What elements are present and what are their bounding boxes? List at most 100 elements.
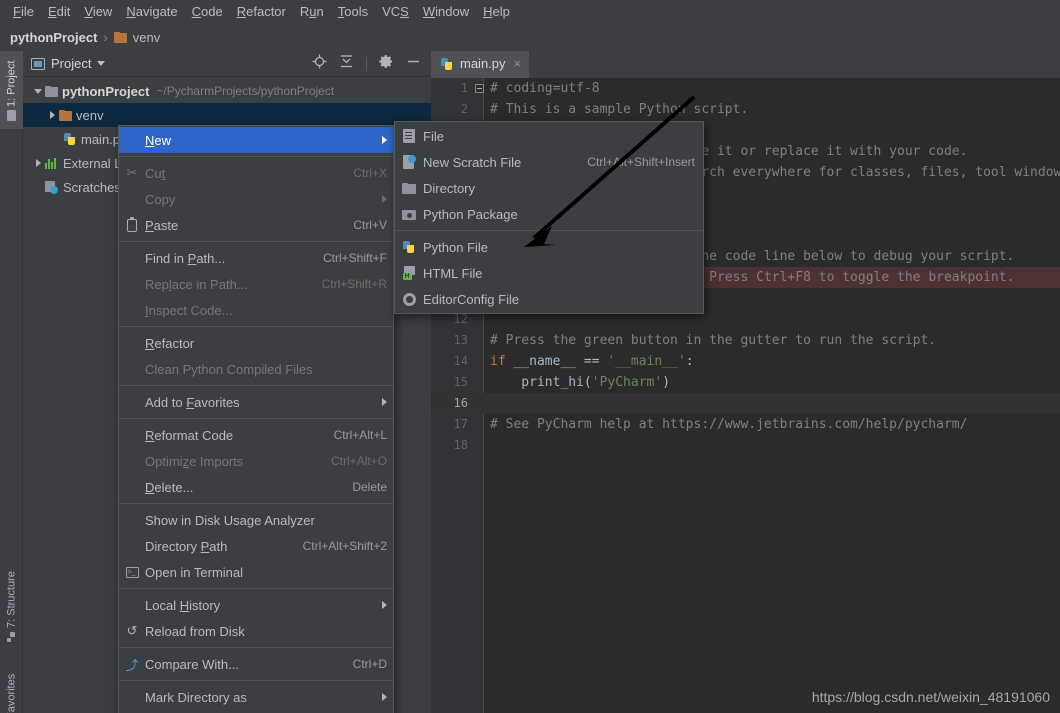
menu-item-vcs[interactable]: VCS	[375, 2, 416, 21]
submenu-item-new-scratch-file[interactable]: New Scratch File Ctrl+Alt+Shift+Insert	[395, 149, 703, 175]
menu-separator	[395, 230, 703, 231]
line-number: 15	[453, 375, 468, 389]
menu-item-label: Directory	[423, 180, 476, 196]
menu-item-refactor[interactable]: Refactor	[230, 2, 293, 21]
code-text: if __name__ == '__main__':	[490, 354, 694, 369]
chevron-down-icon[interactable]	[97, 61, 106, 66]
context-menu-item-open-in-terminal[interactable]: >_ Open in Terminal	[119, 559, 393, 585]
menu-item-shortcut: Ctrl+Alt+L	[333, 428, 387, 442]
rail-button-structure[interactable]: 7: Structure	[0, 561, 23, 651]
context-menu-item-find-in-path[interactable]: Find in Path... Ctrl+Shift+F	[119, 245, 393, 271]
menu-item-label: HTML File	[423, 265, 483, 281]
menu-separator	[119, 418, 393, 419]
menu-item-icon-slot: ✂	[119, 165, 145, 181]
menu-item-label: Reload from Disk	[145, 623, 245, 639]
menu-separator	[119, 241, 393, 242]
context-menu-item-show-in-disk-usage-analyzer[interactable]: Show in Disk Usage Analyzer	[119, 507, 393, 533]
context-menu-item-refactor[interactable]: Refactor	[119, 330, 393, 356]
context-menu-item-compare-with[interactable]: ⤴ Compare With... Ctrl+D	[119, 651, 393, 677]
project-panel-title: Project	[51, 56, 92, 71]
python-file-icon	[440, 57, 454, 71]
menu-item-window[interactable]: Window	[416, 2, 476, 21]
submenu-item-html-file[interactable]: HTML File	[395, 260, 703, 286]
menu-item-shortcut: Ctrl+D	[352, 657, 387, 671]
context-menu-item-mark-directory-as[interactable]: Mark Directory as	[119, 684, 393, 710]
menu-item-view[interactable]: View	[77, 2, 119, 21]
rail-button-project[interactable]: 1: Project	[0, 51, 23, 129]
chevron-right-icon[interactable]	[31, 159, 45, 167]
fold-icon[interactable]	[475, 84, 484, 93]
watermark: https://blog.csdn.net/weixin_48191060	[811, 689, 1050, 705]
code-line[interactable]: 14 if __name__ == '__main__':	[431, 351, 1060, 372]
menu-item-label: Find in Path...	[145, 250, 226, 266]
context-menu-item-reload-from-disk[interactable]: ↺ Reload from Disk	[119, 618, 393, 644]
context-menu-item-directory-path[interactable]: Directory Path Ctrl+Alt+Shift+2	[119, 533, 393, 559]
python-file-icon	[63, 132, 77, 146]
submenu-item-file[interactable]: File	[395, 123, 703, 149]
menu-item-icon-slot	[395, 266, 423, 280]
code-line[interactable]: 1 # coding=utf-8	[431, 78, 1060, 99]
minimize-icon[interactable]	[406, 54, 421, 74]
breadcrumb-folder[interactable]: venv	[133, 30, 160, 45]
python-package-icon	[402, 209, 416, 220]
menu-item-run[interactable]: Run	[293, 2, 331, 21]
submenu-item-directory[interactable]: Directory	[395, 175, 703, 201]
menu-separator	[119, 588, 393, 589]
code-line[interactable]: 2 # This is a sample Python script.	[431, 99, 1060, 120]
menu-item-label: Python Package	[423, 206, 518, 222]
menu-item-label: Python File	[423, 239, 489, 255]
menu-item-file[interactable]: File	[6, 2, 41, 21]
locate-file-icon[interactable]	[312, 54, 327, 74]
menu-item-tools[interactable]: Tools	[331, 2, 375, 21]
menu-item-shortcut: Delete	[352, 480, 387, 494]
context-menu-item-delete[interactable]: Delete... Delete	[119, 474, 393, 500]
submenu-item-editorconfig-file[interactable]: EditorConfig File	[395, 286, 703, 312]
context-menu-item-reformat-code[interactable]: Reformat Code Ctrl+Alt+L	[119, 422, 393, 448]
breadcrumb-project[interactable]: pythonProject	[10, 30, 97, 45]
new-submenu[interactable]: File New Scratch File Ctrl+Alt+Shift+Inser…	[394, 121, 704, 314]
menu-item-icon-slot: ↺	[119, 623, 145, 639]
submenu-arrow-icon	[382, 195, 387, 203]
tree-row[interactable]: pythonProject ~/PycharmProjects/pythonPr…	[23, 79, 431, 103]
code-line[interactable]: 15 print_hi('PyCharm')	[431, 372, 1060, 393]
pycharm-window: File Edit View Navigate Code Refactor Run Tools…	[0, 0, 1060, 713]
context-menu-item-copy: Copy	[119, 186, 393, 212]
submenu-item-python-file[interactable]: Python File	[395, 234, 703, 260]
menu-item-label: Reformat Code	[145, 427, 234, 443]
tool-window-rail: 1: Project 7: Structure Favorites	[0, 51, 23, 713]
context-menu-item-new[interactable]: New	[119, 127, 393, 153]
context-menu[interactable]: New ✂ Cut Ctrl+X Copy Paste Ctrl+V Find in Path…	[118, 125, 394, 713]
code-line[interactable]: 13 # Press the green button in the gutter…	[431, 330, 1060, 351]
context-menu-item-inspect-code: Inspect Code...	[119, 297, 393, 323]
line-number: 16	[453, 396, 468, 410]
menu-item-code[interactable]: Code	[185, 2, 230, 21]
chevron-right-icon[interactable]	[45, 111, 59, 119]
code-text: # coding=utf-8	[490, 81, 600, 96]
context-menu-item-paste[interactable]: Paste Ctrl+V	[119, 212, 393, 238]
menu-item-icon-slot	[395, 292, 423, 306]
code-line[interactable]: 17 # See PyCharm help at https://www.jetb…	[431, 414, 1060, 435]
close-icon[interactable]: ×	[514, 56, 522, 71]
editor-tab-main-py[interactable]: main.py ×	[431, 51, 530, 78]
line-number: 14	[453, 354, 468, 368]
gear-icon[interactable]	[379, 54, 394, 74]
menu-item-label: Copy	[145, 191, 176, 207]
folder-grey-icon	[45, 85, 58, 97]
compare-icon: ⤴	[125, 657, 139, 673]
menu-separator	[119, 326, 393, 327]
tree-row-venv[interactable]: venv	[23, 103, 431, 127]
code-line[interactable]: 16	[431, 393, 1060, 414]
context-menu-item-local-history[interactable]: Local History	[119, 592, 393, 618]
breadcrumb: pythonProject › venv	[0, 23, 1060, 51]
menu-item-edit[interactable]: Edit	[41, 2, 77, 21]
rail-button-favorites[interactable]: Favorites	[0, 659, 23, 713]
context-menu-item-add-to-favorites[interactable]: Add to Favorites	[119, 389, 393, 415]
code-text: # This is a sample Python script.	[490, 102, 749, 117]
submenu-item-python-package[interactable]: Python Package	[395, 201, 703, 227]
menu-item-navigate[interactable]: Navigate	[119, 2, 184, 21]
menu-item-help[interactable]: Help	[476, 2, 517, 21]
code-line[interactable]: 18	[431, 435, 1060, 456]
menu-separator	[119, 503, 393, 504]
chevron-down-icon[interactable]	[31, 88, 45, 94]
collapse-all-icon[interactable]	[339, 54, 354, 74]
